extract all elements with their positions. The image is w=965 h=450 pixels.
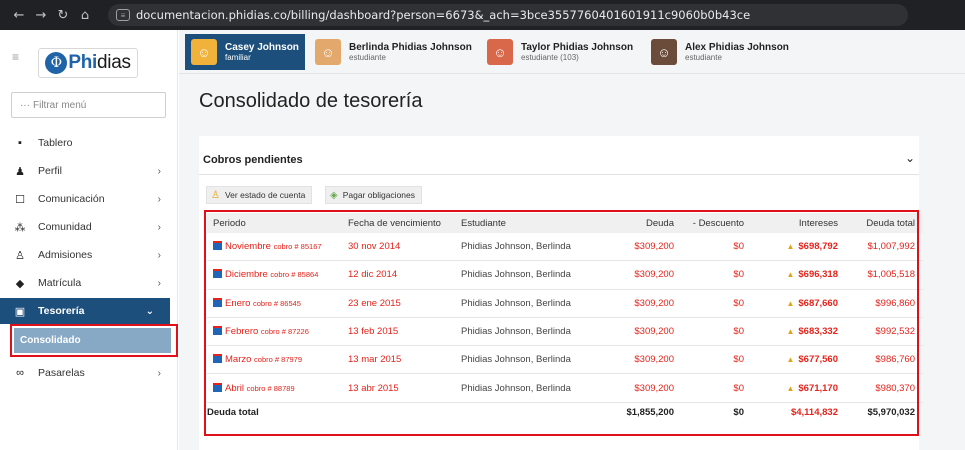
money-icon: ◈: [330, 189, 338, 201]
profile-taylor-phidias-johnson[interactable]: ☺ Taylor Phidias Johnson estudiante (103…: [481, 34, 641, 70]
profile-name: Casey Johnson: [225, 42, 299, 53]
admissions-icon: ♙: [15, 249, 25, 262]
sidebar-item-admisiones[interactable]: ♙ Admisiones ›: [0, 242, 177, 268]
profile-switcher: ☺ Casey Johnson familiar ☺ Berlinda Phid…: [179, 30, 965, 74]
sidebar-item-matricula[interactable]: ◆ Matrícula ›: [0, 270, 177, 296]
chevron-down-icon[interactable]: ⌄: [905, 151, 915, 165]
profile-role: familiar: [225, 53, 251, 62]
avatar: ☺: [315, 39, 341, 65]
page-title: Consolidado de tesorería: [199, 90, 423, 112]
address-bar[interactable]: ≡ documentacion.phidias.co/billing/dashb…: [108, 4, 908, 26]
person-icon: ♟: [15, 165, 25, 178]
section-title[interactable]: Cobros pendientes: [203, 154, 303, 166]
back-arrow-icon[interactable]: ←: [8, 8, 30, 23]
chevron-down-icon: ⌄: [145, 305, 154, 317]
tesoreria-submenu: Consolidado: [0, 324, 178, 357]
highlight-box: [10, 324, 178, 357]
sidebar-item-pasarelas[interactable]: ∞ Pasarelas ›: [0, 360, 177, 386]
highlight-box: [204, 210, 919, 436]
sidebar-item-label: Matrícula: [38, 277, 82, 289]
dashboard-icon: ▪: [18, 137, 22, 149]
filter-menu-input[interactable]: ··· Filtrar menú: [11, 92, 166, 118]
sidebar-item-label: Tablero: [38, 137, 73, 149]
avatar: ☺: [487, 39, 513, 65]
group-icon: ⁂: [14, 221, 26, 234]
user-money-icon: ♙: [211, 189, 220, 201]
chevron-right-icon: ›: [157, 277, 161, 289]
profile-role: estudiante (103): [521, 53, 579, 62]
chevron-right-icon: ›: [157, 165, 161, 177]
link-icon: ∞: [16, 367, 24, 379]
graduation-cap-icon: ◆: [15, 277, 25, 290]
sidebar-item-label: Comunicación: [38, 193, 105, 205]
sidebar-item-label: Perfil: [38, 165, 62, 177]
profile-alex-phidias-johnson[interactable]: ☺ Alex Phidias Johnson estudiante: [645, 34, 795, 70]
pagar-obligaciones-button[interactable]: ◈ Pagar obligaciones: [325, 186, 423, 204]
message-icon: ☐: [15, 193, 25, 206]
chevron-right-icon: ›: [157, 249, 161, 261]
browser-toolbar: ← → ↻ ⌂ ≡ documentacion.phidias.co/billi…: [0, 0, 965, 30]
button-label: Pagar obligaciones: [342, 190, 416, 200]
chevron-right-icon: ›: [157, 221, 161, 233]
forward-arrow-icon[interactable]: →: [30, 8, 52, 23]
sidebar-item-tablero[interactable]: ▪ Tablero: [0, 130, 177, 156]
avatar: ☺: [191, 39, 217, 65]
sidebar-item-comunidad[interactable]: ⁂ Comunidad ›: [0, 214, 177, 240]
profile-role: estudiante: [349, 53, 386, 62]
profile-role: estudiante: [685, 53, 722, 62]
site-info-icon[interactable]: ≡: [116, 9, 130, 21]
filter-placeholder: Filtrar menú: [33, 99, 87, 111]
collapse-menu-icon[interactable]: ≡: [12, 50, 19, 64]
reload-icon[interactable]: ↻: [52, 8, 74, 23]
sidebar-item-label: Tesorería: [38, 305, 85, 317]
divider: [199, 174, 919, 175]
chevron-right-icon: ›: [157, 193, 161, 205]
profile-name: Taylor Phidias Johnson: [521, 42, 634, 53]
sidebar: ≡ Φ Phidias ··· Filtrar menú ▪ Tablero ♟…: [0, 30, 178, 450]
sidebar-item-label: Comunidad: [38, 221, 92, 233]
logo-text: Phidias: [68, 52, 131, 73]
phi-logo-icon: Φ: [45, 52, 68, 74]
profile-casey-johnson[interactable]: ☺ Casey Johnson familiar: [185, 34, 305, 70]
home-icon[interactable]: ⌂: [74, 8, 96, 23]
chevron-right-icon: ›: [157, 367, 161, 379]
sidebar-item-label: Pasarelas: [38, 367, 85, 379]
sidebar-menu: ▪ Tablero ♟ Perfil › ☐ Comunicación › ⁂ …: [0, 130, 178, 388]
sidebar-item-tesoreria[interactable]: ▣ Tesorería ⌄: [0, 298, 170, 324]
profile-berlinda-phidias-johnson[interactable]: ☺ Berlinda Phidias Johnson estudiante: [309, 34, 474, 70]
treasury-icon: ▣: [14, 305, 26, 318]
sidebar-item-perfil[interactable]: ♟ Perfil ›: [0, 158, 177, 184]
url-text[interactable]: documentacion.phidias.co/billing/dashboa…: [136, 8, 750, 22]
sidebar-item-comunicacion[interactable]: ☐ Comunicación ›: [0, 186, 177, 212]
profile-name: Berlinda Phidias Johnson: [349, 42, 472, 53]
button-label: Ver estado de cuenta: [224, 190, 306, 200]
phidias-logo[interactable]: Φ Phidias: [38, 48, 138, 78]
sidebar-item-label: Admisiones: [38, 249, 93, 261]
profile-name: Alex Phidias Johnson: [685, 42, 789, 53]
avatar: ☺: [651, 39, 677, 65]
ver-estado-de-cuenta-button[interactable]: ♙ Ver estado de cuenta: [206, 186, 313, 204]
